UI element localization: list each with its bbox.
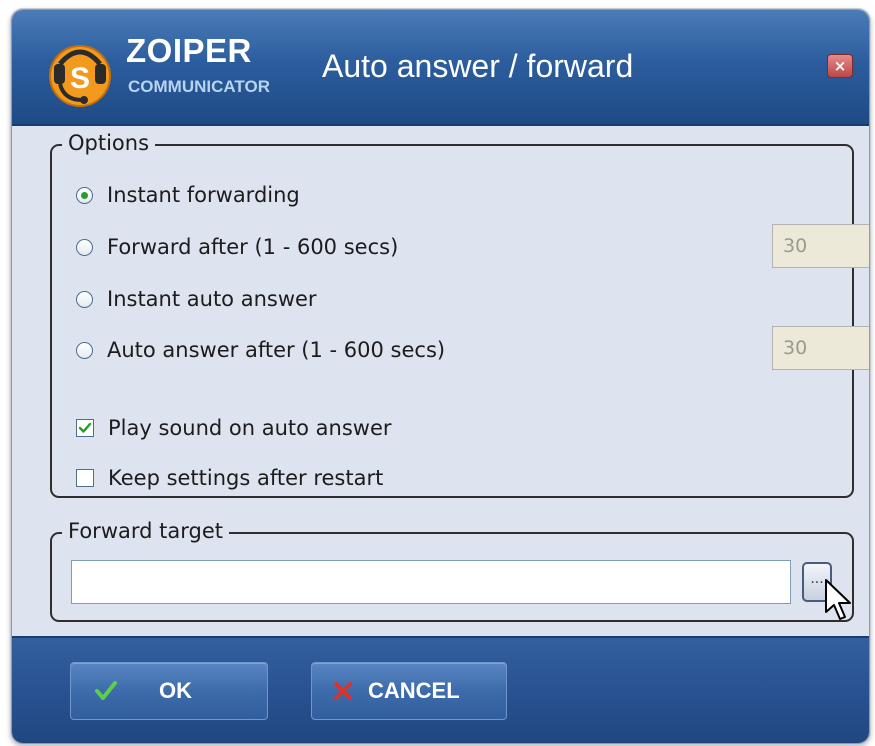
close-button[interactable]: × (827, 54, 853, 78)
forward-after-label: Forward after (1 - 600 secs) (107, 235, 399, 259)
brand-subtitle: COMMUNICATOR (128, 77, 270, 96)
ok-button[interactable]: OK (70, 662, 268, 720)
play-sound-label: Play sound on auto answer (108, 416, 392, 440)
dialog-footer: OK CANCEL (12, 636, 869, 743)
radio-icon[interactable] (76, 290, 93, 308)
auto-answer-dialog: S ZOIPER COMMUNICATOR Auto answer / forw… (11, 9, 870, 744)
instant-forwarding-label: Instant forwarding (107, 183, 300, 207)
options-group: Options Instant forwarding Forward after… (50, 131, 869, 498)
forward-target-legend: Forward target (62, 519, 229, 545)
mouse-cursor-icon (825, 579, 851, 620)
cancel-label: CANCEL (368, 678, 460, 703)
auto-answer-seconds-input[interactable] (772, 326, 869, 370)
title-bar: S ZOIPER COMMUNICATOR Auto answer / forw… (12, 10, 869, 126)
radio-auto-answer-after[interactable]: Auto answer after (1 - 600 secs) (76, 336, 445, 364)
cancel-button[interactable]: CANCEL (311, 662, 507, 720)
radio-selected-icon[interactable] (76, 186, 93, 204)
browse-label: ... (810, 571, 824, 587)
dialog-title: Auto answer / forward (322, 48, 634, 84)
checkbox-play-sound[interactable]: Play sound on auto answer (76, 414, 392, 442)
checkbox-keep-settings[interactable]: Keep settings after restart (76, 464, 383, 492)
keep-settings-label: Keep settings after restart (108, 466, 384, 490)
zoiper-logo-icon: S (49, 45, 111, 107)
forward-target-input[interactable] (71, 560, 791, 604)
svg-text:S: S (70, 62, 90, 95)
radio-instant-forwarding[interactable]: Instant forwarding (76, 181, 300, 209)
radio-forward-after[interactable]: Forward after (1 - 600 secs) (76, 233, 398, 261)
check-icon (95, 681, 117, 700)
auto-answer-after-label: Auto answer after (1 - 600 secs) (107, 338, 446, 362)
checkbox-checked-icon[interactable] (76, 419, 94, 437)
brand-name: ZOIPER (126, 32, 252, 69)
radio-icon[interactable] (76, 238, 93, 256)
instant-auto-answer-label: Instant auto answer (107, 287, 317, 311)
options-legend: Options (62, 131, 156, 157)
ok-label: OK (159, 678, 192, 703)
forward-after-seconds-input[interactable] (772, 224, 869, 268)
radio-icon[interactable] (76, 341, 93, 359)
radio-instant-auto-answer[interactable]: Instant auto answer (76, 285, 317, 313)
close-icon: × (833, 57, 847, 75)
x-icon (334, 682, 352, 700)
checkbox-icon[interactable] (76, 469, 94, 487)
